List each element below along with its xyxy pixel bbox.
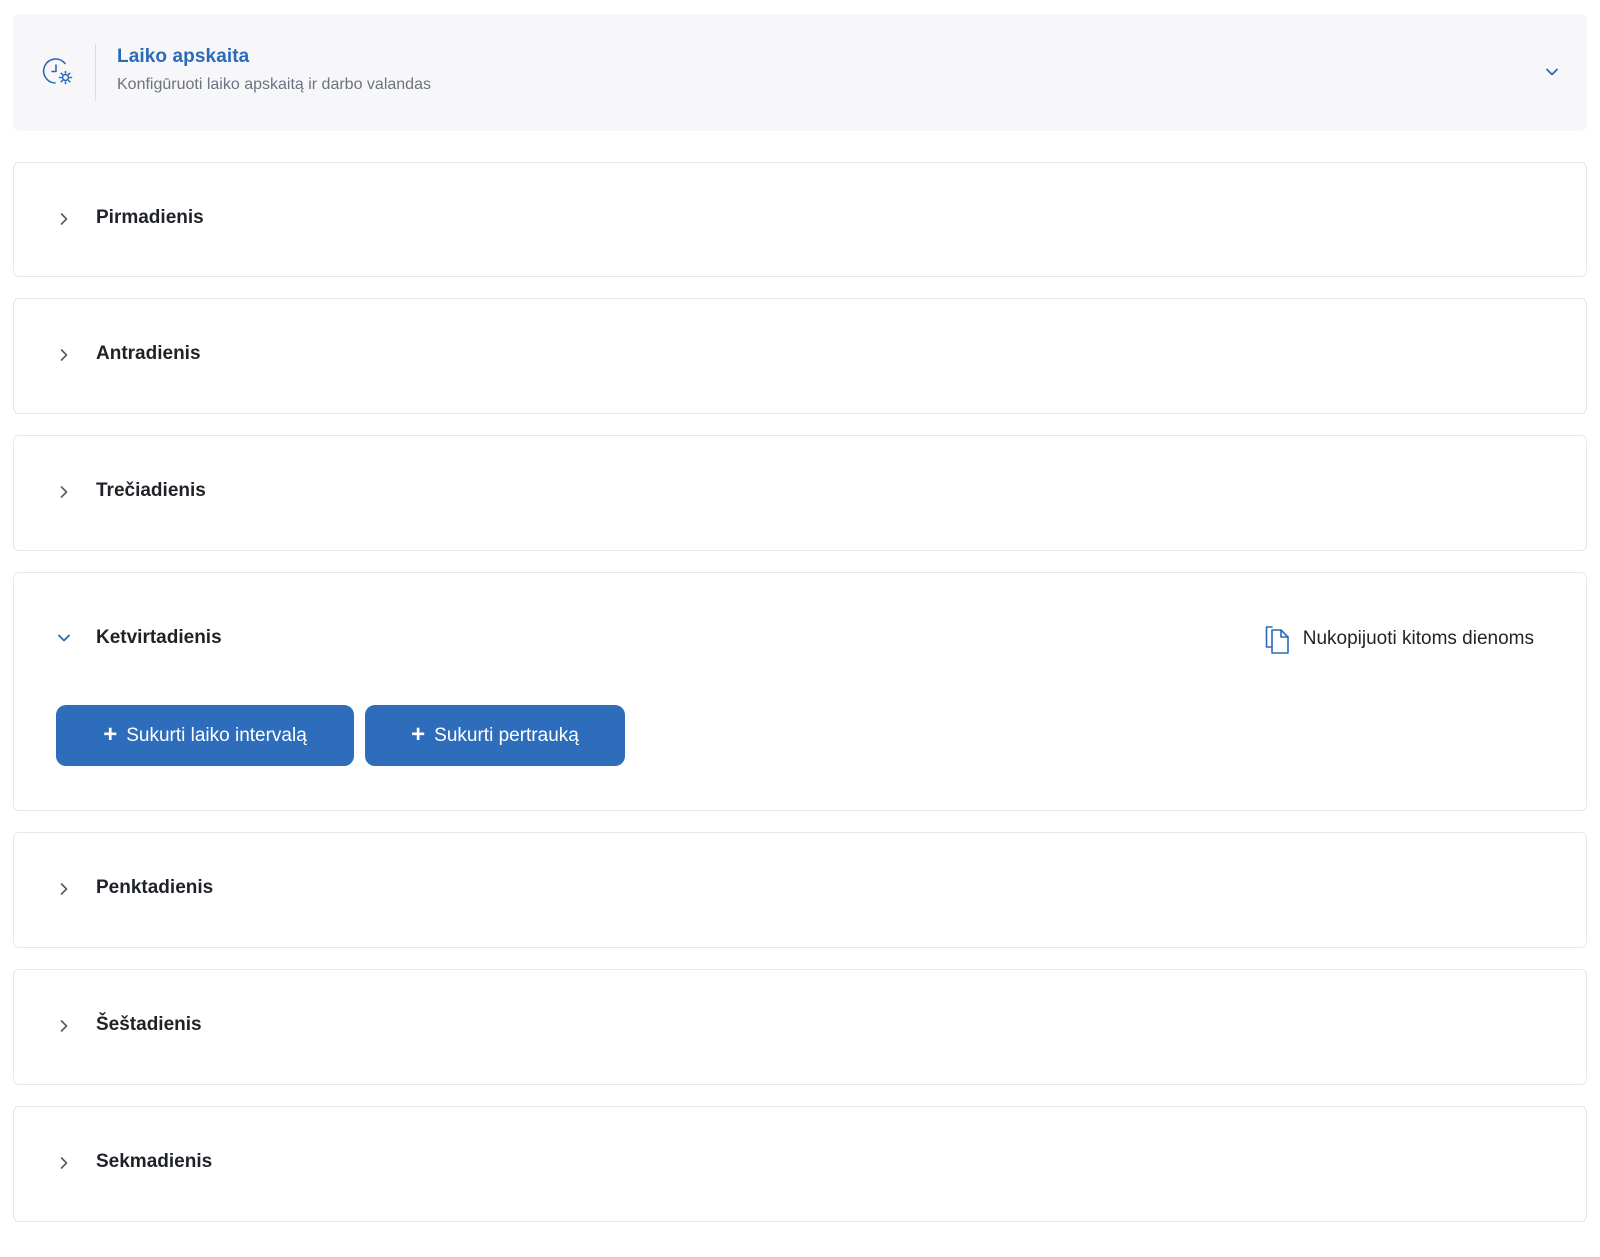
day-card-tuesday: Antradienis bbox=[13, 298, 1587, 414]
day-header-tuesday[interactable]: Antradienis bbox=[14, 299, 1586, 412]
day-label: Ketvirtadienis bbox=[96, 627, 222, 648]
day-header-saturday[interactable]: Šeštadienis bbox=[14, 970, 1586, 1083]
day-label: Trečiadienis bbox=[96, 480, 206, 501]
copy-to-other-days-label: Nukopijuoti kitoms dienoms bbox=[1302, 628, 1534, 649]
chevron-down-icon bbox=[58, 634, 70, 642]
day-label: Šeštadienis bbox=[96, 1014, 202, 1035]
day-header-friday[interactable]: Penktadienis bbox=[14, 833, 1586, 946]
create-break-button[interactable]: + Sukurti pertrauką bbox=[365, 705, 625, 766]
chevron-right-icon bbox=[60, 883, 68, 895]
chevron-down-icon[interactable] bbox=[1541, 61, 1563, 83]
day-label: Penktadienis bbox=[96, 877, 214, 898]
section-title: Laiko apskaita bbox=[117, 46, 250, 67]
section-subtitle: Konfigūruoti laiko apskaitą ir darbo val… bbox=[117, 76, 431, 93]
day-header-sunday[interactable]: Sekmadienis bbox=[14, 1107, 1586, 1220]
day-header-monday[interactable]: Pirmadienis bbox=[14, 163, 1586, 276]
chevron-right-icon bbox=[60, 486, 68, 498]
plus-icon: + bbox=[103, 720, 118, 748]
create-time-interval-label: Sukurti laiko intervalą bbox=[126, 724, 307, 746]
day-card-sunday: Sekmadienis bbox=[13, 1106, 1587, 1222]
time-tracking-section-header[interactable]: Laiko apskaita Konfigūruoti laiko apskai… bbox=[13, 14, 1587, 131]
chevron-right-icon bbox=[60, 213, 68, 225]
day-header-wednesday[interactable]: Trečiadienis bbox=[14, 436, 1586, 549]
copy-to-other-days-button[interactable]: Nukopijuoti kitoms dienoms bbox=[1263, 623, 1534, 655]
day-card-thursday: Ketvirtadienis Nukopijuoti kitoms dienom… bbox=[13, 572, 1587, 811]
create-break-label: Sukurti pertrauką bbox=[434, 724, 579, 746]
header-divider bbox=[95, 44, 96, 101]
chevron-right-icon bbox=[60, 1157, 68, 1169]
copy-icon bbox=[1265, 626, 1289, 654]
day-card-friday: Penktadienis bbox=[13, 832, 1587, 948]
day-label: Pirmadienis bbox=[96, 207, 204, 228]
plus-icon: + bbox=[411, 720, 426, 748]
day-card-monday: Pirmadienis bbox=[13, 162, 1587, 277]
day-card-wednesday: Trečiadienis bbox=[13, 435, 1587, 551]
day-label: Sekmadienis bbox=[96, 1151, 213, 1172]
chevron-right-icon bbox=[60, 349, 68, 361]
clock-gear-icon bbox=[42, 58, 73, 85]
create-time-interval-button[interactable]: + Sukurti laiko intervalą bbox=[56, 705, 354, 766]
chevron-right-icon bbox=[60, 1020, 68, 1032]
day-card-saturday: Šeštadienis bbox=[13, 969, 1587, 1085]
day-label: Antradienis bbox=[96, 343, 201, 364]
